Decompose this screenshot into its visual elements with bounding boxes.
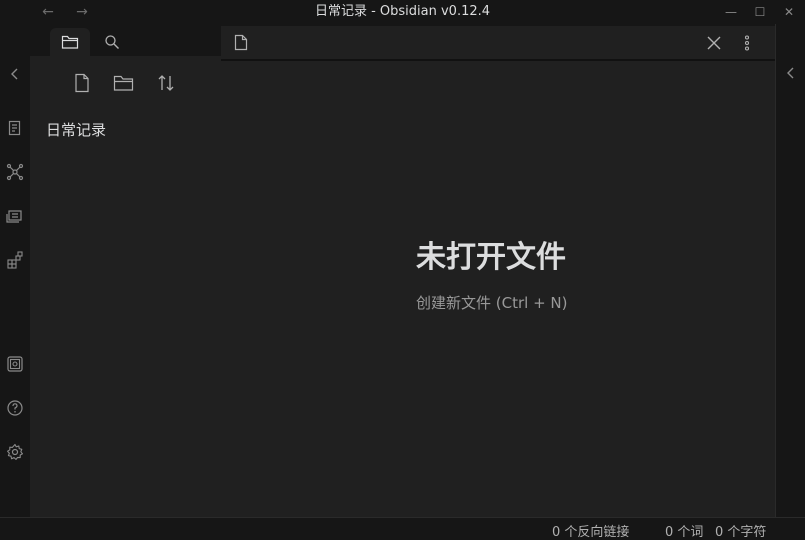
vault-root-folder[interactable]: 日常记录 [46,119,106,140]
right-ribbon [775,24,805,517]
maximize-button[interactable]: ☐ [744,0,776,24]
file-explorer-actions [30,68,221,98]
left-ribbon [0,24,30,517]
status-bar: 0 个反向链接 0 个词 0 个字符 [0,517,805,540]
character-count: 0 个字符 [715,525,767,540]
file-explorer-sidebar: 日常记录 [30,24,221,517]
file-icon [231,26,251,59]
search-icon [104,34,120,50]
window-title: 日常记录 - Obsidian v0.12.4 [314,4,491,19]
more-options-icon[interactable] [739,26,755,59]
close-pane-icon[interactable] [703,26,725,59]
close-window-button[interactable]: ✕ [773,0,805,24]
graph-view-icon[interactable] [3,160,27,184]
sort-icon [156,73,176,93]
folder-icon [61,34,79,50]
collapse-left-icon[interactable] [3,62,27,86]
new-folder-icon [113,74,135,92]
sort-button[interactable] [151,68,181,98]
new-note-icon [74,73,90,93]
help-icon[interactable] [3,396,27,420]
editor-header [221,26,775,61]
open-quick-switcher-icon[interactable] [3,116,27,140]
word-count: 0 个词 [665,525,704,540]
new-note-button[interactable] [67,68,97,98]
new-folder-button[interactable] [109,68,139,98]
file-explorer-tab[interactable] [50,28,90,56]
expand-right-icon[interactable] [784,66,798,80]
create-new-file-link[interactable]: 创建新文件 (Ctrl + N) [221,292,775,313]
sidebar-tab-bar [30,24,221,56]
plugins-icon[interactable] [3,248,27,272]
minimize-button[interactable]: — [715,0,747,24]
settings-icon[interactable] [3,440,27,464]
empty-state-title: 未打开文件 [416,240,566,275]
open-starred-icon[interactable] [3,204,27,228]
backlinks-count: 0 个反向链接 [552,525,630,540]
search-tab[interactable] [92,28,132,56]
open-vault-icon[interactable] [3,352,27,376]
title-bar: ← → 日常记录 - Obsidian v0.12.4 — ☐ ✕ [0,0,805,24]
